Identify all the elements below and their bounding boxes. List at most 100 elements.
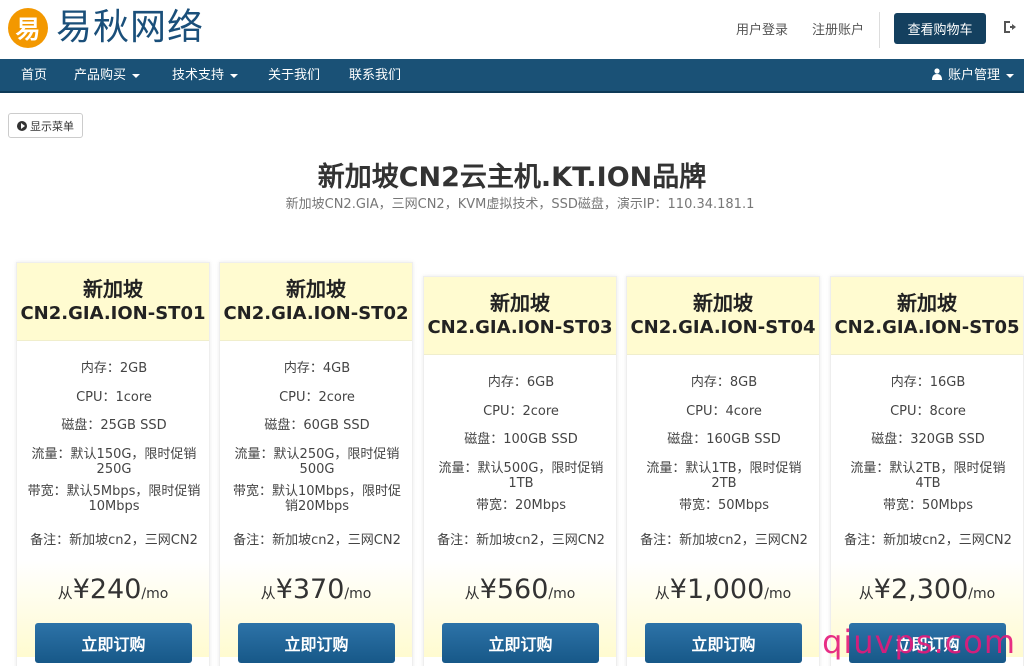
product-price: 从¥2,300/mo [831,574,1023,605]
nav-about[interactable]: 关于我们 [268,59,320,93]
nav-home[interactable]: 首页 [21,59,47,93]
top-links: 用户登录 注册账户 [712,19,864,38]
show-menu-button[interactable]: 显示菜单 [8,113,83,138]
product-code: CN2.GIA.ION-ST03 [427,317,613,338]
nav-support[interactable]: 技术支持 [172,59,239,93]
product-spec: 带宽：默认5Mbps，限时促销10Mbps [27,484,201,514]
product-card-header: 新加坡 CN2.GIA.ION-ST02 [220,263,412,341]
logout-icon[interactable] [1002,19,1018,35]
order-now-button[interactable]: 立即订购 [442,623,599,663]
logo-text: 易秋网络 [56,7,205,48]
header-divider [879,12,880,48]
product-spec: 备注：新加坡cn2，三网CN2 [30,533,198,548]
product-spec: CPU：1core [76,390,152,405]
product-card: 新加坡 CN2.GIA.ION-ST03 内存：6GB CPU：2core 磁盘：100… [423,276,617,666]
product-price: 从¥1,000/mo [627,574,819,605]
site-header: 易 易秋网络 用户登录 注册账户 查看购物车 [0,0,1024,59]
product-spec: 磁盘：60GB SSD [264,418,370,433]
price-amount: ¥370 [275,574,345,605]
price-unit: /mo [344,586,372,602]
product-spec: 备注：新加坡cn2，三网CN2 [437,533,605,548]
product-card-header: 新加坡 CN2.GIA.ION-ST03 [424,277,616,355]
product-spec: 带宽：默认10Mbps，限时促销20Mbps [232,484,402,514]
product-spec: 内存：6GB [487,375,555,390]
price-from: 从 [260,584,276,602]
product-spec: CPU：8core [890,404,966,419]
product-price: 从¥560/mo [424,574,616,605]
product-card: 新加坡 CN2.GIA.ION-ST01 内存：2GB CPU：1core 磁盘：25G… [16,262,210,666]
price-from: 从 [464,584,480,602]
chevron-down-icon [1006,73,1015,78]
product-spec: 磁盘：320GB SSD [871,432,985,447]
product-spec: 流量：默认1TB，限时促销2TB [646,461,802,491]
product-spec: 内存：4GB [283,361,351,376]
order-now-button[interactable]: 立即订购 [35,623,192,663]
product-code: CN2.GIA.ION-ST01 [20,303,206,324]
product-spec: 备注：新加坡cn2，三网CN2 [640,533,808,548]
order-now-button[interactable]: 立即订购 [238,623,395,663]
main-nav: 首页 产品购买 技术支持 关于我们 联系我们 账户管理 [0,59,1024,93]
nav-account[interactable]: 账户管理 [932,59,1015,93]
page-title: 新加坡CN2云主机.KT.ION品牌 [317,162,707,193]
product-spec: 流量：默认150G，限时促销250G [31,447,197,477]
product-name: 新加坡 [286,277,346,301]
price-amount: ¥2,300 [873,574,969,605]
product-name: 新加坡 [83,277,143,301]
circle-arrow-right-icon [17,120,27,131]
nav-products[interactable]: 产品购买 [74,59,141,93]
chevron-down-icon [132,73,141,78]
product-spec: 内存：16GB [890,375,966,390]
page-subtitle: 新加坡CN2.GIA，三网CN2，KVM虚拟技术，SSD磁盘，演示IP：110.… [285,197,755,212]
login-link[interactable]: 用户登录 [736,19,788,38]
site-logo[interactable]: 易 易秋网络 [8,6,204,50]
watermark: qiuvps.com [822,623,1016,661]
product-name: 新加坡 [693,291,753,315]
product-spec: 流量：默认2TB，限时促销4TB [850,461,1006,491]
product-code: CN2.GIA.ION-ST04 [630,317,816,338]
product-price: 从¥240/mo [17,574,209,605]
product-spec: 磁盘：160GB SSD [667,432,781,447]
product-code: CN2.GIA.ION-ST05 [834,317,1020,338]
product-card: 新加坡 CN2.GIA.ION-ST05 内存：16GB CPU：8core 磁盘：32… [830,276,1024,666]
nav-contact[interactable]: 联系我们 [349,59,401,93]
product-spec: 带宽：50Mbps [882,498,974,513]
product-code: CN2.GIA.ION-ST02 [223,303,409,324]
product-name: 新加坡 [490,291,550,315]
product-spec: 备注：新加坡cn2，三网CN2 [233,533,401,548]
product-spec: 流量：默认500G，限时促销1TB [438,461,604,491]
price-from: 从 [654,584,670,602]
price-amount: ¥1,000 [669,574,765,605]
product-spec: CPU：2core [483,404,559,419]
product-spec: 内存：2GB [80,361,148,376]
chevron-down-icon [230,73,239,78]
product-name: 新加坡 [897,291,957,315]
logo-badge-icon: 易 [8,8,48,48]
price-unit: /mo [141,586,169,602]
product-card-header: 新加坡 CN2.GIA.ION-ST04 [627,277,819,355]
product-card: 新加坡 CN2.GIA.ION-ST04 内存：8GB CPU：4core 磁盘：160… [626,276,820,666]
product-spec: 流量：默认250G，限时促销500G [234,447,400,477]
register-link[interactable]: 注册账户 [812,19,864,38]
product-spec: 磁盘：25GB SSD [61,418,167,433]
price-unit: /mo [764,586,792,602]
product-spec: CPU：2core [279,390,355,405]
product-card-header: 新加坡 CN2.GIA.ION-ST01 [17,263,209,341]
product-spec: 内存：8GB [690,375,758,390]
product-price: 从¥370/mo [220,574,412,605]
product-spec: CPU：4core [686,404,762,419]
price-unit: /mo [548,586,576,602]
product-card-header: 新加坡 CN2.GIA.ION-ST05 [831,277,1023,355]
price-from: 从 [858,584,874,602]
product-card: 新加坡 CN2.GIA.ION-ST02 内存：4GB CPU：2core 磁盘：60G… [219,262,413,666]
price-from: 从 [57,584,73,602]
user-icon [932,68,942,80]
product-spec: 带宽：20Mbps [475,498,567,513]
product-spec: 备注：新加坡cn2，三网CN2 [844,533,1012,548]
order-now-button[interactable]: 立即订购 [645,623,802,663]
price-unit: /mo [968,586,996,602]
product-spec: 带宽：50Mbps [678,498,770,513]
price-amount: ¥240 [72,574,142,605]
product-spec: 磁盘：100GB SSD [464,432,578,447]
price-amount: ¥560 [479,574,549,605]
view-cart-button[interactable]: 查看购物车 [894,13,986,44]
